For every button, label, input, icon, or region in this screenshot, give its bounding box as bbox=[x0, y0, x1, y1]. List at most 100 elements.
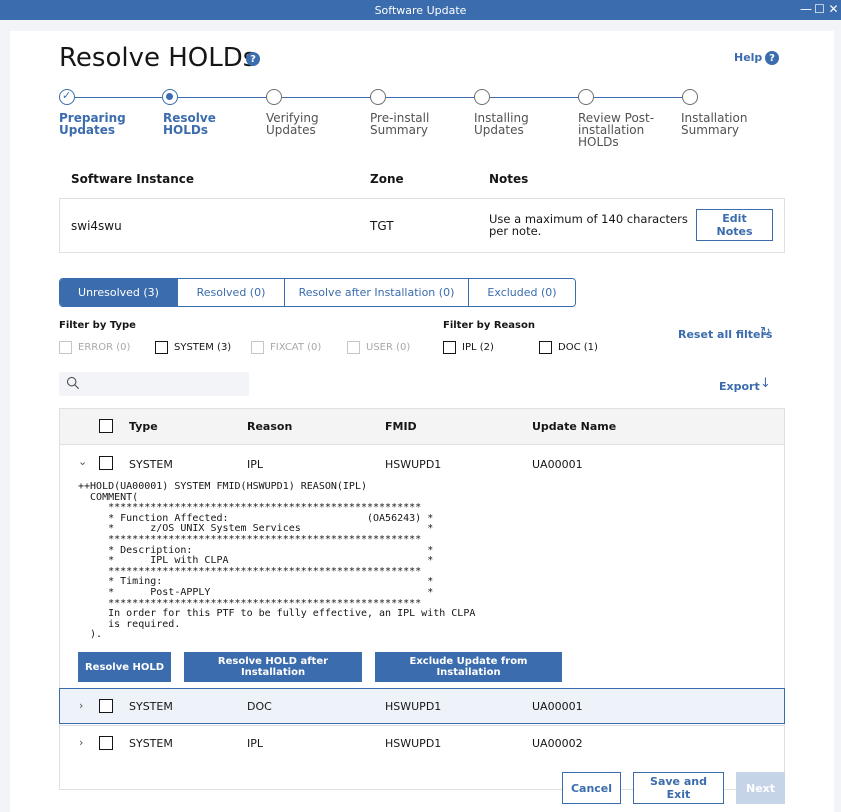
step-label-verifying: Verifying Updates bbox=[266, 111, 319, 137]
step-label-resolve: Resolve HOLDs bbox=[163, 111, 216, 137]
save-and-exit-button[interactable]: Save and Exit bbox=[633, 772, 724, 804]
filter-user-label: USER (0) bbox=[366, 342, 411, 353]
chevron-right-icon[interactable]: › bbox=[79, 736, 83, 749]
column-header-update-name: Update Name bbox=[532, 420, 617, 433]
table-header: Type Reason FMID Update Name bbox=[60, 409, 784, 445]
filter-system-label: SYSTEM (3) bbox=[174, 342, 232, 353]
hold-details-text: ++HOLD(UA00001) SYSTEM FMID(HSWUPD1) REA… bbox=[78, 481, 476, 641]
tab-resolved[interactable]: Resolved (0) bbox=[178, 279, 285, 306]
row-reason: IPL bbox=[247, 458, 264, 471]
step-6-pending-icon bbox=[578, 89, 594, 105]
tab-resolve-after-installation[interactable]: Resolve after Installation (0) bbox=[285, 279, 469, 306]
window-titlebar: Software Update — ☐ ✕ bbox=[0, 0, 841, 20]
filter-fixcat-label: FIXCAT (0) bbox=[270, 342, 322, 353]
cancel-button[interactable]: Cancel bbox=[562, 772, 621, 804]
tab-unresolved[interactable]: Unresolved (3) bbox=[60, 279, 178, 306]
step-label-review: Review Post-installation HOLDs bbox=[578, 111, 655, 149]
table-row[interactable]: › SYSTEM IPL HSWUPD1 UA00002 bbox=[60, 725, 784, 761]
help-link[interactable]: Help bbox=[734, 51, 762, 64]
exclude-update-button[interactable]: Exclude Update from Installation bbox=[375, 652, 562, 682]
row-checkbox[interactable] bbox=[99, 736, 113, 750]
row-update-name: UA00002 bbox=[532, 737, 583, 750]
notes-column-header: Notes bbox=[489, 172, 529, 186]
edit-notes-button[interactable]: Edit Notes bbox=[696, 209, 773, 241]
checkbox-icon bbox=[347, 341, 360, 354]
hold-status-tabs: Unresolved (3) Resolved (0) Resolve afte… bbox=[59, 278, 576, 307]
resolve-hold-button[interactable]: Resolve HOLD bbox=[78, 652, 171, 682]
column-header-reason: Reason bbox=[247, 420, 293, 433]
filter-system-checkbox[interactable]: SYSTEM (3) bbox=[155, 341, 231, 354]
info-icon[interactable]: ? bbox=[246, 52, 260, 66]
step-connector bbox=[594, 97, 682, 98]
close-icon[interactable]: ✕ bbox=[828, 1, 839, 17]
help-icon[interactable]: ? bbox=[765, 51, 779, 65]
instance-column-header: Software Instance bbox=[71, 172, 195, 186]
window-controls: — ☐ ✕ bbox=[800, 1, 839, 17]
instance-name: swi4swu bbox=[71, 219, 122, 233]
search-input[interactable] bbox=[87, 374, 242, 394]
step-7-pending-icon bbox=[682, 89, 698, 105]
row-fmid: HSWUPD1 bbox=[385, 458, 442, 471]
download-arrow-icon[interactable]: ↓ bbox=[760, 376, 771, 391]
chevron-down-icon[interactable]: ⌄ bbox=[78, 455, 87, 468]
filter-error-label: ERROR (0) bbox=[78, 342, 131, 353]
step-connector bbox=[386, 97, 474, 98]
row-type: SYSTEM bbox=[129, 458, 173, 471]
column-header-fmid: FMID bbox=[385, 420, 417, 433]
instance-notes: Use a maximum of 140 characters per note… bbox=[489, 212, 688, 238]
export-link[interactable]: Export bbox=[719, 380, 760, 393]
filter-by-reason-title: Filter by Reason bbox=[443, 320, 535, 331]
step-2-current-icon bbox=[162, 89, 178, 105]
step-label-preparing: Preparing Updates bbox=[59, 111, 126, 137]
search-icon bbox=[66, 376, 80, 390]
step-4-pending-icon bbox=[370, 89, 386, 105]
row-checkbox[interactable] bbox=[99, 699, 113, 713]
step-3-pending-icon bbox=[266, 89, 282, 105]
holds-table: Type Reason FMID Update Name ⌄ SYSTEM IP… bbox=[59, 408, 785, 790]
row-reason: DOC bbox=[247, 700, 272, 713]
filter-ipl-label: IPL (2) bbox=[462, 342, 494, 353]
filter-by-type-title: Filter by Type bbox=[59, 320, 136, 331]
column-header-type: Type bbox=[129, 420, 158, 433]
next-button[interactable]: Next bbox=[736, 772, 785, 804]
tab-excluded[interactable]: Excluded (0) bbox=[469, 279, 575, 306]
step-label-summary: Installation Summary bbox=[681, 111, 748, 137]
table-row[interactable]: › SYSTEM DOC HSWUPD1 UA00001 bbox=[59, 688, 785, 724]
row-update-name: UA00001 bbox=[532, 458, 583, 471]
resolve-hold-after-installation-button[interactable]: Resolve HOLD after Installation bbox=[184, 652, 362, 682]
checkbox-icon bbox=[59, 341, 72, 354]
filter-fixcat-checkbox[interactable]: FIXCAT (0) bbox=[251, 341, 321, 354]
reset-filters-link[interactable]: Reset all filters bbox=[678, 328, 772, 341]
row-reason: IPL bbox=[247, 737, 264, 750]
instance-row: swi4swu TGT Use a maximum of 140 charact… bbox=[59, 198, 785, 253]
row-update-name: UA00001 bbox=[532, 700, 583, 713]
chevron-right-icon[interactable]: › bbox=[79, 699, 83, 712]
step-connector bbox=[490, 97, 578, 98]
row-fmid: HSWUPD1 bbox=[385, 737, 442, 750]
checkbox-icon bbox=[251, 341, 264, 354]
window-title: Software Update bbox=[374, 3, 467, 17]
filter-user-checkbox[interactable]: USER (0) bbox=[347, 341, 410, 354]
step-label-preinstall: Pre-install Summary bbox=[370, 111, 430, 137]
filter-error-checkbox[interactable]: ERROR (0) bbox=[59, 341, 130, 354]
main-panel: Resolve HOLDs ? Help ? ✓ Preparing Updat… bbox=[10, 31, 834, 812]
zone-column-header: Zone bbox=[370, 172, 404, 186]
filter-doc-checkbox[interactable]: DOC (1) bbox=[539, 341, 598, 354]
minimize-icon[interactable]: — bbox=[800, 1, 812, 17]
instance-zone: TGT bbox=[370, 219, 394, 233]
reset-icon[interactable]: ↻ bbox=[760, 325, 771, 340]
step-5-pending-icon bbox=[474, 89, 490, 105]
page-title: Resolve HOLDs bbox=[59, 43, 257, 73]
checkbox-icon bbox=[155, 341, 168, 354]
maximize-icon[interactable]: ☐ bbox=[814, 1, 825, 17]
filter-ipl-checkbox[interactable]: IPL (2) bbox=[443, 341, 494, 354]
step-1-complete-icon: ✓ bbox=[59, 89, 75, 105]
checkbox-icon bbox=[443, 341, 456, 354]
step-connector bbox=[75, 97, 162, 98]
select-all-checkbox[interactable] bbox=[99, 419, 113, 433]
row-type: SYSTEM bbox=[129, 700, 173, 713]
step-connector bbox=[178, 97, 266, 98]
row-fmid: HSWUPD1 bbox=[385, 700, 442, 713]
step-connector bbox=[282, 97, 370, 98]
row-checkbox[interactable] bbox=[99, 456, 113, 470]
